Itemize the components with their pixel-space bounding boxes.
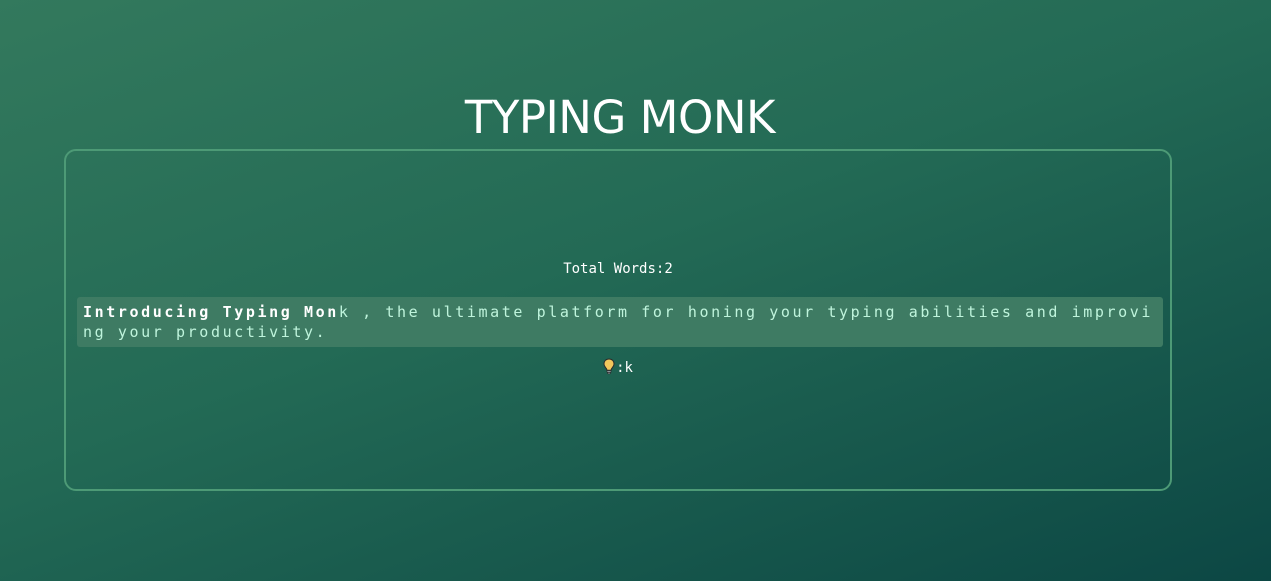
typing-text-area[interactable]: Introducing Typing Monk , the ultimate p… bbox=[77, 297, 1163, 347]
app-title: TYPING MONK bbox=[464, 91, 776, 144]
hint-separator: : bbox=[616, 360, 625, 376]
hint-next-char: k bbox=[624, 360, 633, 376]
total-words-label: Total Words: bbox=[563, 261, 665, 277]
typing-panel: Total Words:2 Introducing Typing Monk , … bbox=[64, 149, 1172, 491]
total-words-value: 2 bbox=[664, 261, 673, 277]
lightbulb-icon bbox=[603, 358, 615, 381]
typed-text: Introducing Typing Mon bbox=[83, 303, 339, 321]
total-words: Total Words:2 bbox=[66, 259, 1170, 279]
next-key-hint: :k bbox=[66, 358, 1170, 381]
